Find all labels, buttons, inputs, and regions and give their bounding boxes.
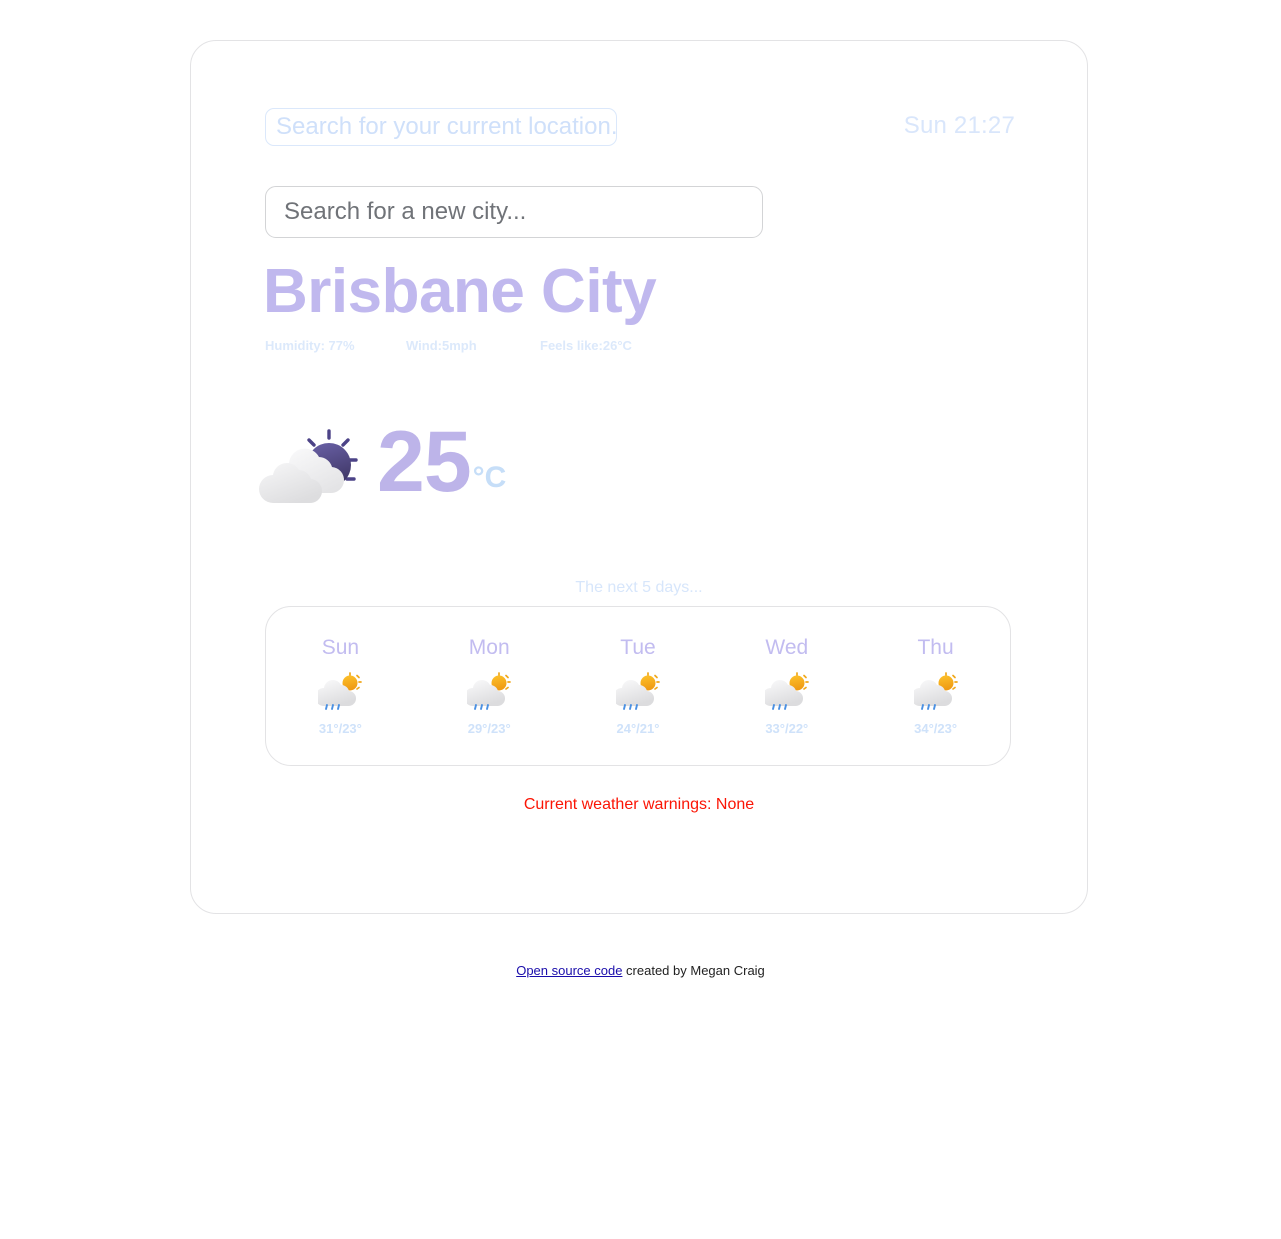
- sun-behind-rain-cloud-icon: [761, 672, 809, 712]
- forecast-day-temps: 29°/23°: [467, 721, 511, 736]
- forecast-day-temps: 31°/23°: [318, 721, 362, 736]
- forecast-day-temps: 34°/23°: [914, 721, 958, 736]
- forecast-day-4[interactable]: Thu 34°/23°: [861, 636, 1010, 736]
- forecast-day-temps: 33°/22°: [765, 721, 809, 736]
- temperature-value: 25: [377, 414, 472, 510]
- clock-label: Sun 21:27: [903, 112, 1015, 139]
- forecast-day-0[interactable]: Sun 31°/23°: [266, 636, 415, 736]
- forecast-heading: The next 5 days...: [575, 579, 703, 596]
- forecast-day-3[interactable]: Wed 33°/22°: [712, 636, 861, 736]
- forecast-day-temps: 24°/21°: [616, 721, 660, 736]
- page-footer: Open source code created by Megan Craig: [0, 963, 1281, 978]
- humidity-stat: Humidity: 77%: [265, 338, 355, 353]
- forecast-day-2[interactable]: Tue 24°/21°: [564, 636, 713, 736]
- city-name-heading: Brisbane City: [263, 257, 657, 326]
- forecast-day-name: Mon: [468, 636, 510, 659]
- top-bar: Search for your current location... Sun …: [265, 108, 1015, 148]
- open-source-code-link[interactable]: Open source code: [516, 963, 622, 978]
- forecast-day-name: Wed: [765, 636, 809, 659]
- forecast-day-1[interactable]: Mon 29°/23°: [415, 636, 564, 736]
- temperature-unit: °C: [472, 461, 507, 494]
- footer-credit-text: created by Megan Craig: [622, 963, 765, 978]
- sun-behind-rain-cloud-icon: [612, 672, 660, 712]
- current-stats-row: Humidity: 77% Wind:5mph Feels like:26°C: [265, 338, 685, 358]
- sun-behind-rain-cloud-icon: [464, 672, 512, 712]
- city-search-input[interactable]: [265, 186, 763, 238]
- weather-warnings-text: Current weather warnings: None: [523, 796, 755, 813]
- feels-like-stat: Feels like:26°C: [540, 338, 632, 353]
- forecast-card: Sun 31°/23° Mon 29°/23° Tue 24°/21° Wed …: [265, 606, 1011, 766]
- current-temperature: 25°C: [377, 413, 507, 512]
- current-location-search-button[interactable]: Search for your current location...: [265, 108, 617, 146]
- weather-app-card: Search for your current location... Sun …: [190, 40, 1088, 914]
- wind-stat: Wind:5mph: [406, 338, 477, 353]
- forecast-day-name: Sun: [321, 636, 360, 659]
- forecast-day-name: Tue: [620, 636, 656, 659]
- sun-behind-cloud-icon: [259, 423, 363, 509]
- forecast-day-name: Thu: [917, 636, 954, 659]
- current-conditions-block: 25°C: [259, 413, 659, 523]
- sun-behind-rain-cloud-icon: [315, 672, 363, 712]
- sun-behind-rain-cloud-icon: [910, 672, 958, 712]
